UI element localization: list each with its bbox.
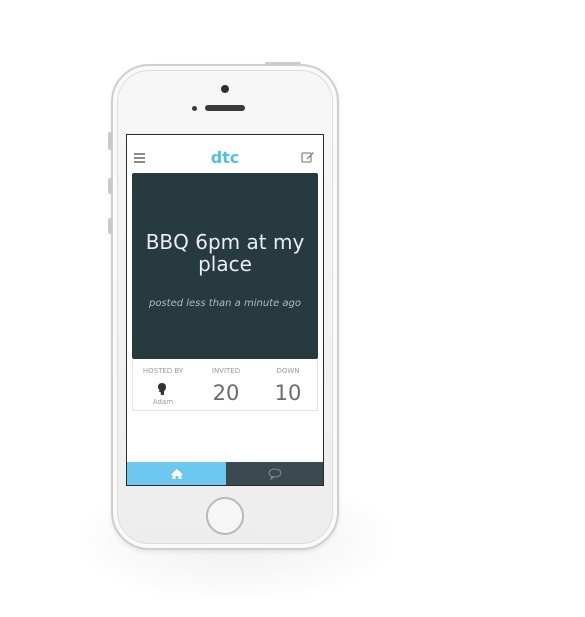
host-name: Adam — [152, 398, 174, 406]
hosted-by-label: HOSTED BY — [142, 367, 184, 375]
phone-frame: dtc BBQ 6pm at my place posted less than… — [108, 62, 339, 550]
app-logo: dtc — [210, 148, 240, 167]
speech-bubble-icon — [268, 468, 281, 480]
down-count: 10 — [274, 381, 302, 405]
tab-chat[interactable] — [226, 462, 323, 485]
down-column[interactable]: DOWN 10 — [257, 359, 319, 411]
top-navbar: dtc — [127, 135, 323, 173]
tab-home[interactable] — [127, 462, 226, 485]
event-card[interactable]: BBQ 6pm at my place posted less than a m… — [132, 173, 318, 359]
front-camera — [221, 85, 229, 93]
invited-label: INVITED — [211, 367, 241, 375]
hosted-by-column[interactable]: HOSTED BY Adam — [133, 359, 193, 411]
mute-switch — [108, 132, 112, 150]
person-silhouette-icon — [156, 381, 168, 395]
hamburger-menu-icon[interactable] — [134, 153, 145, 163]
invited-count: 20 — [212, 381, 240, 405]
down-label: DOWN — [276, 367, 300, 375]
app-screen: dtc BBQ 6pm at my place posted less than… — [126, 134, 324, 486]
earpiece-speaker — [205, 105, 245, 111]
stage: dtc BBQ 6pm at my place posted less than… — [0, 0, 585, 617]
volume-up-button — [108, 178, 112, 194]
bottom-tabbar — [127, 462, 323, 485]
home-icon — [170, 468, 183, 479]
volume-down-button — [108, 218, 112, 234]
invited-column[interactable]: INVITED 20 — [195, 359, 257, 411]
proximity-sensor — [192, 106, 197, 111]
physical-home-button[interactable] — [206, 497, 244, 535]
event-stats: HOSTED BY Adam INVITED 20 DOWN 10 — [132, 359, 318, 411]
event-title: BBQ 6pm at my place — [145, 230, 305, 276]
compose-edit-icon[interactable] — [301, 149, 315, 163]
power-button — [265, 62, 301, 65]
posted-time: posted less than a minute ago — [148, 298, 302, 309]
